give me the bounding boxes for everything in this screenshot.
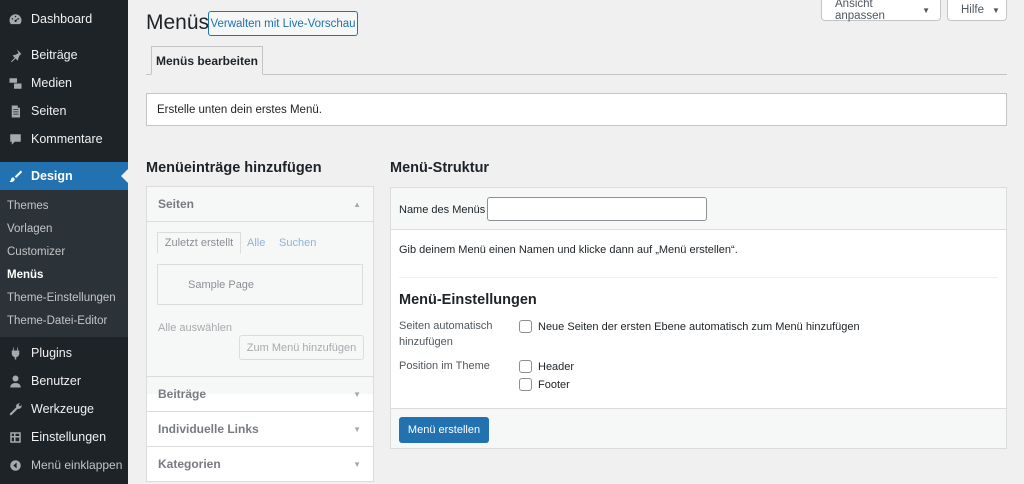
sidebar-item-label: Einstellungen: [31, 430, 107, 444]
menu-name-input[interactable]: [487, 197, 707, 221]
sidebar-item-label: Design: [31, 169, 73, 183]
hint-text: Gib deinem Menü einen Namen und klicke d…: [399, 244, 738, 256]
settings-icon: [5, 429, 25, 445]
caret-up-icon: ▲: [353, 199, 361, 209]
submenu-item-theme-settings[interactable]: Theme-Einstellungen: [7, 292, 116, 304]
divider: [399, 277, 998, 278]
sidebar-collapse-button[interactable]: Menü einklappen: [0, 451, 128, 479]
auto-add-option[interactable]: Neue Seiten der ersten Ebene automatisch…: [519, 320, 860, 333]
accordion-custom-links[interactable]: Individuelle Links ▼: [147, 411, 373, 446]
menu-structure-box: Name des Menüs Gib deinem Menü einen Nam…: [390, 187, 1007, 449]
accordion-label: Seiten: [158, 197, 195, 211]
menu-name-header: Name des Menüs: [391, 188, 1006, 230]
submenu-item-templates[interactable]: Vorlagen: [7, 223, 52, 235]
caret-down-icon: ▼: [353, 389, 361, 399]
accordion-posts[interactable]: Beiträge ▼: [147, 376, 373, 411]
caret-down-icon: ▼: [353, 424, 361, 434]
accordion-label: Individuelle Links: [158, 422, 259, 436]
notice-box: Erstelle unten dein erstes Menü.: [146, 93, 1007, 126]
create-menu-button[interactable]: Menü erstellen: [399, 417, 489, 443]
menu-structure-footer: Menü erstellen: [391, 408, 1006, 448]
sidebar-item-label: Benutzer: [31, 374, 82, 388]
add-items-accordion: Seiten ▲ Zuletzt erstellt Alle Suchen Sa…: [146, 186, 374, 482]
auto-add-checkbox[interactable]: [519, 320, 532, 333]
wrench-icon: [5, 401, 25, 417]
position-footer-option[interactable]: Footer: [519, 378, 570, 391]
submenu-item-themes[interactable]: Themes: [7, 200, 49, 212]
caret-down-icon: ▼: [922, 5, 930, 15]
position-header-option[interactable]: Header: [519, 360, 574, 373]
screen-options-label: Ansicht anpassen: [835, 0, 885, 22]
sidebar-item-label: Beiträge: [31, 48, 78, 62]
caret-down-icon: ▼: [353, 459, 361, 469]
sidebar-item-label: Dashboard: [31, 12, 93, 26]
sidebar-item-label: Werkzeuge: [31, 402, 94, 416]
sidebar-item-label: Seiten: [31, 104, 67, 118]
menu-settings-title: Menü-Einstellungen: [399, 292, 537, 308]
footer-checkbox[interactable]: [519, 378, 532, 391]
sidebar-item-label: Plugins: [31, 346, 72, 360]
tab-search[interactable]: Suchen: [279, 237, 316, 249]
auto-add-option-label: Neue Seiten der ersten Ebene automatisch…: [538, 320, 860, 333]
help-label: Hilfe: [961, 4, 985, 16]
page-title: Menüs: [146, 11, 210, 34]
sidebar-item-media[interactable]: Medien: [0, 69, 128, 97]
pages-icon: [5, 103, 25, 119]
sidebar-item-label: Kommentare: [31, 132, 103, 146]
sidebar-item-label: Medien: [31, 76, 72, 90]
help-button[interactable]: Hilfe ▼: [947, 0, 1007, 21]
plugin-icon: [5, 345, 25, 361]
caret-down-icon: ▼: [992, 5, 1000, 15]
footer-option-label: Footer: [538, 378, 570, 391]
pin-icon: [5, 47, 25, 63]
page-list: Sample Page: [157, 264, 363, 305]
admin-sidebar: Dashboard Beiträge Medien Seiten Komment…: [0, 0, 128, 484]
sidebar-item-users[interactable]: Benutzer: [0, 367, 128, 395]
select-all-link[interactable]: Alle auswählen: [158, 322, 232, 334]
pages-panel: Zuletzt erstellt Alle Suchen Sample Page…: [147, 222, 373, 394]
design-submenu: Themes Vorlagen Customizer Menüs Theme-E…: [0, 190, 128, 337]
notice-text: Erstelle unten dein erstes Menü.: [157, 103, 322, 116]
collapse-label: Menü einklappen: [31, 458, 123, 472]
sidebar-item-dashboard[interactable]: Dashboard: [0, 5, 128, 33]
sidebar-item-design[interactable]: Design: [0, 162, 128, 190]
submenu-item-customizer[interactable]: Customizer: [7, 246, 65, 258]
accordion-label: Kategorien: [158, 457, 221, 471]
user-icon: [5, 373, 25, 389]
accordion-categories[interactable]: Kategorien ▼: [147, 446, 373, 481]
sidebar-item-pages[interactable]: Seiten: [0, 97, 128, 125]
screen-options-button[interactable]: Ansicht anpassen ▼: [821, 0, 941, 22]
dashboard-icon: [5, 11, 25, 27]
live-preview-button[interactable]: Verwalten mit Live-Vorschau: [208, 11, 358, 36]
sidebar-item-comments[interactable]: Kommentare: [0, 125, 128, 153]
position-label: Position im Theme: [399, 360, 490, 372]
tab-most-recent[interactable]: Zuletzt erstellt: [157, 232, 241, 254]
submenu-item-theme-file-editor[interactable]: Theme-Datei-Editor: [7, 315, 107, 327]
accordion-label: Beiträge: [158, 387, 207, 401]
sidebar-item-posts[interactable]: Beiträge: [0, 41, 128, 69]
add-to-menu-button[interactable]: Zum Menü hinzufügen: [239, 335, 364, 360]
sidebar-item-plugins[interactable]: Plugins: [0, 339, 128, 367]
comment-icon: [5, 131, 25, 147]
submenu-item-menus[interactable]: Menüs: [7, 269, 43, 281]
add-items-title: Menüeinträge hinzufügen: [146, 160, 322, 176]
tab-all[interactable]: Alle: [247, 237, 265, 249]
menu-name-label: Name des Menüs: [399, 204, 486, 216]
menu-structure-title: Menü-Struktur: [390, 160, 490, 176]
media-icon: [5, 75, 25, 91]
sidebar-item-settings[interactable]: Einstellungen: [0, 423, 128, 451]
collapse-icon: [5, 457, 25, 473]
tab-divider: [146, 74, 1007, 75]
list-item[interactable]: Sample Page: [188, 279, 254, 291]
brush-icon: [5, 168, 25, 184]
accordion-pages[interactable]: Seiten ▲: [147, 187, 373, 222]
header-option-label: Header: [538, 360, 575, 373]
sidebar-item-tools[interactable]: Werkzeuge: [0, 395, 128, 423]
tab-edit-menus[interactable]: Menüs bearbeiten: [151, 46, 263, 75]
auto-add-label: Seiten automatisch hinzufügen: [399, 320, 493, 348]
header-checkbox[interactable]: [519, 360, 532, 373]
